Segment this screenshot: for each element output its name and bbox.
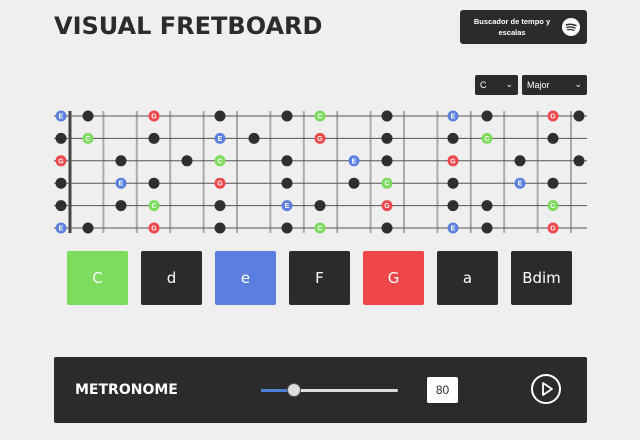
fret-dot bbox=[281, 110, 293, 122]
chord-buttons: Cd e F Ga Bdim bbox=[67, 251, 572, 305]
chord-button-f[interactable]: F bbox=[289, 251, 350, 305]
note-label: C bbox=[550, 203, 555, 210]
metronome-label: METRONOME bbox=[75, 382, 178, 398]
fret-dot bbox=[82, 222, 94, 234]
fret-dot bbox=[82, 110, 94, 122]
fret-dot bbox=[573, 110, 585, 122]
fret-dot bbox=[314, 200, 326, 212]
note-label: C bbox=[317, 114, 322, 121]
tempo-slider-thumb[interactable] bbox=[286, 383, 301, 397]
fret-dot bbox=[381, 155, 393, 167]
note-label: G bbox=[550, 226, 556, 233]
fret-dot bbox=[148, 177, 160, 189]
fret-dot bbox=[148, 132, 160, 144]
fretboard: E G C E G C E G C G C E G E G C E C E G C E G C E G bbox=[54, 110, 587, 234]
fret-dot bbox=[381, 222, 393, 234]
fret-dot bbox=[214, 200, 226, 212]
chord-button-a[interactable]: a bbox=[437, 251, 498, 305]
fret-dot bbox=[55, 200, 67, 212]
bpm-input[interactable]: 80 bbox=[427, 377, 458, 403]
fret-dot bbox=[115, 155, 127, 167]
note-label: E bbox=[59, 226, 64, 233]
fret-dot bbox=[481, 200, 493, 212]
chord-button-c[interactable]: C bbox=[67, 251, 128, 305]
fret-dot bbox=[281, 222, 293, 234]
fret-dot bbox=[214, 222, 226, 234]
fret-dot bbox=[381, 110, 393, 122]
fret-dot bbox=[348, 177, 360, 189]
note-label: G bbox=[317, 136, 323, 143]
fret-dot bbox=[55, 177, 67, 189]
fret-dot bbox=[281, 155, 293, 167]
metronome-panel: METRONOME 80 bbox=[54, 357, 587, 423]
note-label: G bbox=[450, 158, 456, 165]
note-label: E bbox=[218, 136, 223, 143]
note-label: C bbox=[151, 203, 156, 210]
fret-dot bbox=[181, 155, 193, 167]
fret-dot bbox=[115, 200, 127, 212]
note-label: C bbox=[384, 181, 389, 188]
note-label: C bbox=[85, 136, 90, 143]
note-label: G bbox=[217, 181, 223, 188]
fret-dot bbox=[547, 132, 559, 144]
chord-button-g[interactable]: G bbox=[363, 251, 424, 305]
note-label: G bbox=[151, 226, 157, 233]
fret-dot bbox=[248, 132, 260, 144]
note-label: G bbox=[58, 158, 64, 165]
chord-button-e[interactable]: e bbox=[215, 251, 276, 305]
note-label: E bbox=[451, 226, 456, 233]
fret-dot bbox=[481, 222, 493, 234]
chord-button-d[interactable]: d bbox=[141, 251, 202, 305]
note-label: G bbox=[550, 114, 556, 121]
fret-dot bbox=[573, 155, 585, 167]
chord-button-bdim[interactable]: Bdim bbox=[511, 251, 572, 305]
fret-dot bbox=[447, 177, 459, 189]
note-label: G bbox=[151, 114, 157, 121]
note-label: C bbox=[484, 136, 489, 143]
fret-dot bbox=[214, 110, 226, 122]
fret-dot bbox=[514, 155, 526, 167]
note-label: E bbox=[451, 114, 456, 121]
note-label: C bbox=[217, 158, 222, 165]
fret-dot bbox=[281, 177, 293, 189]
fret-dot bbox=[447, 132, 459, 144]
fret-dot bbox=[447, 200, 459, 212]
note-label: E bbox=[59, 114, 64, 121]
note-label: C bbox=[317, 226, 322, 233]
fret-dot bbox=[55, 132, 67, 144]
play-button[interactable] bbox=[531, 374, 561, 404]
note-label: E bbox=[119, 181, 124, 188]
fret-dot bbox=[547, 177, 559, 189]
tempo-slider[interactable] bbox=[261, 383, 398, 397]
note-label: E bbox=[518, 181, 523, 188]
note-label: E bbox=[285, 203, 290, 210]
note-label: G bbox=[384, 203, 390, 210]
fret-dot bbox=[481, 110, 493, 122]
play-icon bbox=[542, 382, 553, 396]
note-label: E bbox=[352, 158, 357, 165]
fret-dot bbox=[381, 132, 393, 144]
